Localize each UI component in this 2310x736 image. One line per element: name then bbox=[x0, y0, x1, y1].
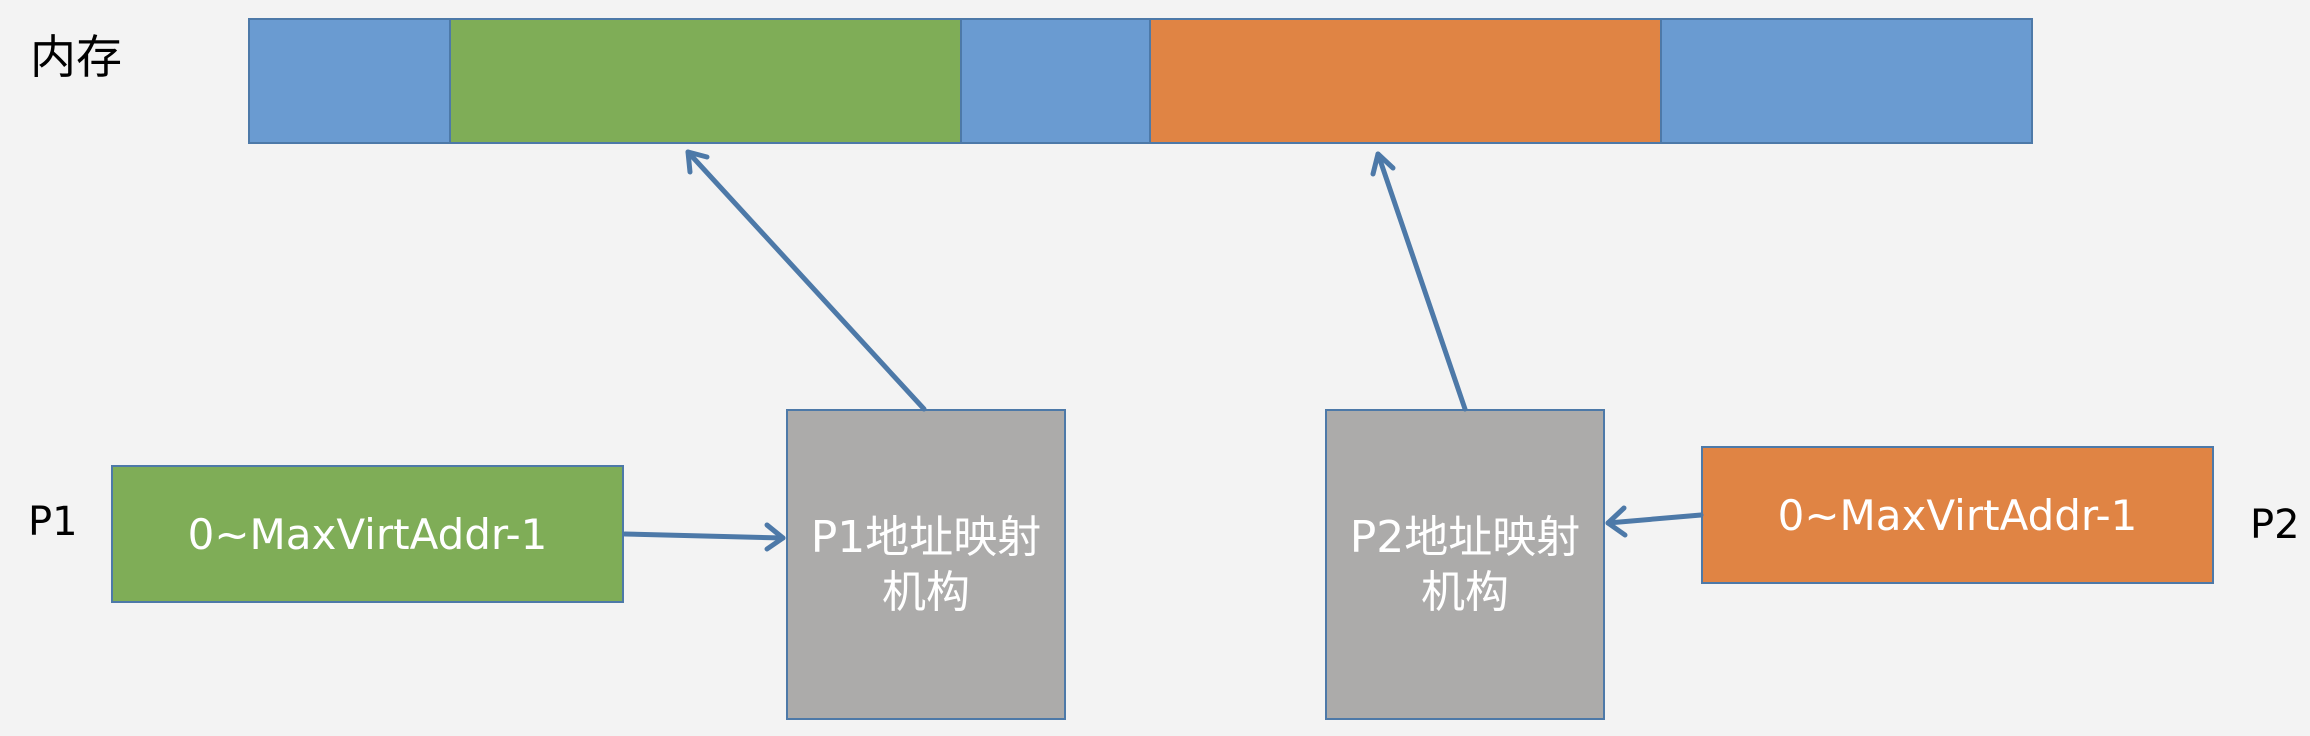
arrows-layer bbox=[622, 149, 1704, 552]
arrow-p1-mapper-to-memory bbox=[685, 149, 927, 412]
arrow-p2-mapper-to-memory bbox=[1370, 151, 1468, 412]
arrow-p1-range-to-mapper bbox=[622, 522, 786, 552]
arrow-p2-range-to-mapper bbox=[1605, 505, 1704, 538]
